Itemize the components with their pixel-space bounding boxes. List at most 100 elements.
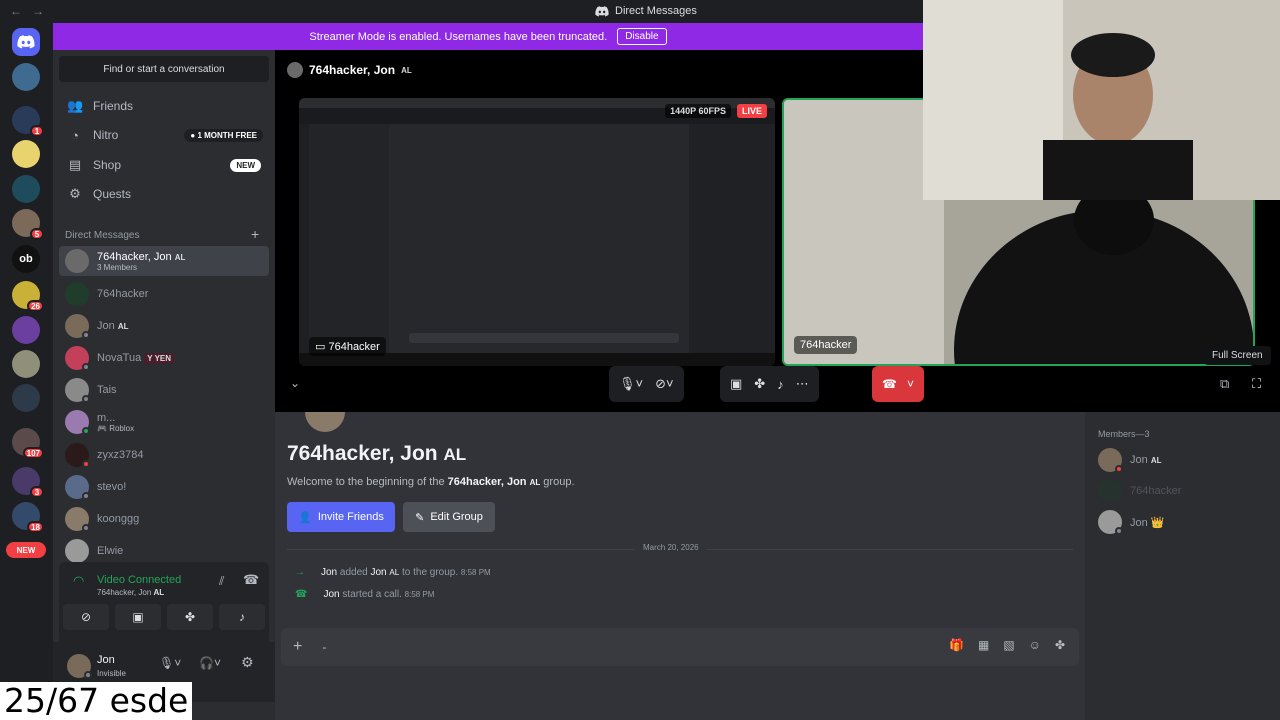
screen-icon: ▭ <box>315 341 326 353</box>
quests-icon: ⚙ <box>69 186 81 201</box>
popout-icon[interactable]: ⧉ <box>1220 376 1229 392</box>
message-composer[interactable]: + - 🎁 ▦ ▧ ☺ ✤ <box>281 628 1079 666</box>
server-icon[interactable] <box>12 384 40 412</box>
dm-header: Direct Messages <box>65 230 140 241</box>
welcome-text: Welcome to the beginning of the 764hacke… <box>287 476 575 488</box>
server-icon[interactable] <box>12 63 40 91</box>
crown-icon: 👑 <box>1150 516 1165 529</box>
group-title: 764hacker, Jon AL <box>287 442 467 465</box>
mic-icon[interactable]: 🎙˅ <box>619 376 643 392</box>
dm-item[interactable]: m... 🎮 Roblox <box>59 407 269 437</box>
forward-arrow-icon[interactable]: → <box>32 4 44 18</box>
window-title: Direct Messages <box>595 5 697 17</box>
avatar <box>65 378 90 403</box>
call-action-controls: ▣ ✤ ♪ ⋯ <box>720 366 819 402</box>
streamer-mode-banner: Streamer Mode is enabled. Usernames have… <box>53 23 923 50</box>
camera-off-icon[interactable]: ⊘˅ <box>655 376 673 392</box>
nav-nitro[interactable]: ◔ Nitro ● 1 MONTH FREE <box>59 121 269 149</box>
avatar[interactable] <box>67 654 92 679</box>
avatar <box>65 443 90 468</box>
server-icon[interactable]: 26 <box>12 281 44 312</box>
home-button[interactable] <box>12 28 40 56</box>
dm-item-group[interactable]: 764hacker, Jon AL 3 Members <box>59 246 269 276</box>
noise-icon[interactable]: ⫽ <box>219 574 224 589</box>
dm-item[interactable]: Jon AL <box>59 311 269 341</box>
activities-icon[interactable]: ✤ <box>754 376 765 392</box>
member-item[interactable]: 764hacker <box>1098 479 1181 503</box>
settings-gear-icon[interactable]: ⚙ <box>241 654 254 671</box>
nav-friends[interactable]: 👥 Friends <box>59 92 269 120</box>
user-name: Jon <box>97 654 115 666</box>
collapse-chevron-icon[interactable]: ⌄ <box>290 376 300 390</box>
webcam-overlay <box>923 0 1280 200</box>
soundboard-icon: ♪ <box>239 610 245 624</box>
soundboard-button[interactable]: ♪ <box>219 604 265 630</box>
mic-icon[interactable]: 🎙˅ <box>159 656 181 670</box>
member-item[interactable]: Jon 👑 <box>1098 510 1165 535</box>
nav-shop[interactable]: ▤ Shop NEW <box>59 151 269 179</box>
screen-share-button[interactable]: ▣ <box>115 604 161 630</box>
server-icon[interactable] <box>12 140 40 168</box>
dm-item[interactable]: Tais <box>59 375 269 405</box>
dm-item[interactable]: zyxz3784 <box>59 440 269 470</box>
server-icon[interactable]: 5 <box>12 209 44 240</box>
server-ob[interactable]: ob <box>12 245 40 273</box>
hang-up-button[interactable]: ☎ ˅ <box>872 366 924 402</box>
server-icon[interactable]: 1 <box>12 106 44 137</box>
invite-friends-button[interactable]: 👤 Invite Friends <box>287 502 395 532</box>
more-icon[interactable]: ⋯ <box>796 376 809 392</box>
server-icon[interactable]: 18 <box>12 502 44 533</box>
friends-icon: 👥 <box>67 98 84 113</box>
phone-icon: ☎ <box>295 589 308 600</box>
composer-icons: 🎁 ▦ ▧ ☺ ✤ <box>949 638 1065 652</box>
member-item[interactable]: Jon AL <box>1098 448 1161 473</box>
avatar <box>1098 479 1122 503</box>
fullscreen-icon[interactable]: ⛶ <box>1252 376 1261 392</box>
banner-text: Streamer Mode is enabled. Usernames have… <box>309 30 608 43</box>
avatar <box>65 507 90 532</box>
dm-item[interactable]: 764hacker <box>59 279 269 309</box>
composer-input[interactable]: - <box>322 640 326 654</box>
sticker-icon[interactable]: ▧ <box>1003 638 1014 652</box>
emoji-icon[interactable]: ☺ <box>1029 638 1041 652</box>
screen-share-icon: ▣ <box>132 610 144 624</box>
create-dm-plus-icon[interactable]: + <box>251 226 259 242</box>
nitro-pill: ● 1 MONTH FREE <box>184 128 263 142</box>
screen-share-stream[interactable]: 1440P 60FPS LIVE ▭ 764hacker <box>299 98 775 366</box>
dm-item[interactable]: koonggg <box>59 504 269 534</box>
avatar <box>65 314 90 339</box>
server-icon[interactable] <box>12 316 40 344</box>
live-badge: LIVE <box>736 104 767 118</box>
new-pill[interactable]: NEW <box>6 542 46 558</box>
server-icon[interactable] <box>12 350 40 378</box>
soundboard-icon[interactable]: ♪ <box>777 377 784 392</box>
overlay-caption: 25/67 esde <box>0 682 193 720</box>
server-icon[interactable] <box>12 175 40 203</box>
dm-item[interactable]: stevo! <box>59 472 269 502</box>
avatar <box>65 410 90 435</box>
camera-off-button[interactable]: ⊘ <box>63 604 109 630</box>
dm-item[interactable]: NovaTua Y YEN <box>59 343 269 373</box>
user-status: Invisible <box>97 669 126 678</box>
apps-icon[interactable]: ✤ <box>1055 638 1065 652</box>
disable-button[interactable]: Disable <box>617 28 667 45</box>
headphones-icon[interactable]: 🎧˅ <box>199 656 221 670</box>
disconnect-icon[interactable]: ☎ <box>243 572 259 588</box>
screen-share-icon[interactable]: ▣ <box>730 376 742 392</box>
search-input[interactable]: Find or start a conversation <box>59 56 269 82</box>
discord-logo-icon <box>595 5 609 16</box>
chevron-down-icon: ˅ <box>906 377 914 391</box>
activities-button[interactable]: ✤ <box>167 604 213 630</box>
quality-badge: 1440P 60FPS <box>665 104 731 118</box>
nav-quests[interactable]: ⚙ Quests <box>59 180 269 208</box>
edit-group-button[interactable]: ✎ Edit Group <box>403 502 495 532</box>
gif-icon[interactable]: ▦ <box>978 638 989 652</box>
server-icon[interactable]: 3 <box>12 467 44 498</box>
add-attachment-icon[interactable]: + <box>293 638 302 656</box>
voice-channel[interactable]: 764hacker, Jon AL <box>97 588 164 597</box>
shop-icon: ▤ <box>68 157 82 172</box>
stream-badges: 1440P 60FPS LIVE <box>665 104 767 118</box>
gift-icon[interactable]: 🎁 <box>949 638 964 652</box>
server-icon[interactable]: 107 <box>12 428 44 459</box>
back-arrow-icon[interactable]: ← <box>10 4 22 18</box>
